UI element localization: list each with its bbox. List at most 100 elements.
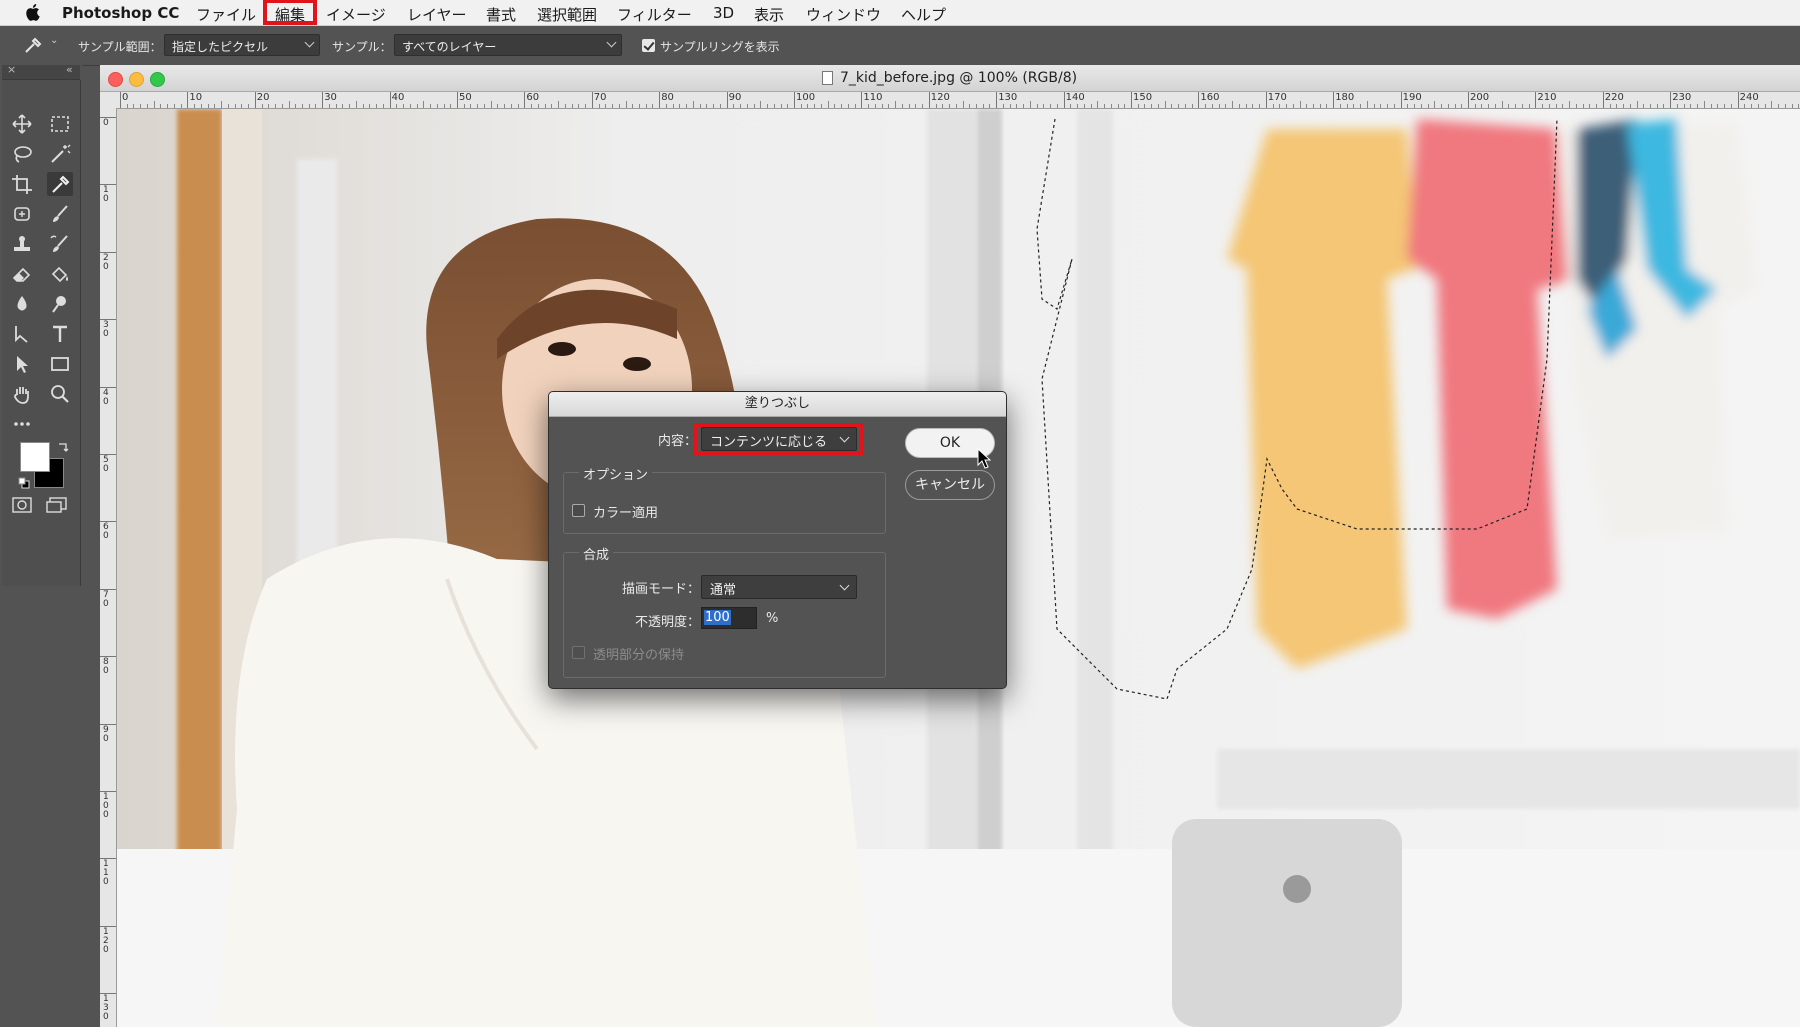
- history-brush-tool-icon[interactable]: [47, 232, 73, 256]
- menu-type[interactable]: 書式: [486, 4, 516, 25]
- clone-stamp-tool-icon[interactable]: [9, 232, 35, 256]
- swap-colors-icon[interactable]: [56, 440, 70, 454]
- ruler-minor-tick: [760, 101, 762, 108]
- ruler-minor-tick: [1353, 104, 1355, 108]
- ruler-minor-tick: [827, 101, 829, 108]
- eraser-tool-icon[interactable]: [9, 262, 35, 286]
- ruler-origin[interactable]: [100, 92, 116, 108]
- path-selection-tool-icon[interactable]: [9, 352, 35, 376]
- ruler-minor-tick: [396, 104, 398, 108]
- cancel-button[interactable]: キャンセル: [905, 470, 995, 500]
- close-icon[interactable]: ×: [7, 63, 16, 76]
- apple-icon[interactable]: [24, 3, 40, 21]
- tool-preset-chevron-icon[interactable]: ⌄: [50, 35, 58, 46]
- ruler-minor-tick: [1373, 104, 1375, 108]
- ruler-minor-tick: [126, 104, 128, 108]
- ruler-minor-tick: [740, 104, 742, 108]
- menu-edit[interactable]: 編集: [275, 4, 305, 25]
- ruler-tick: [591, 92, 593, 108]
- hand-tool-icon[interactable]: [9, 382, 35, 406]
- sample-size-select[interactable]: 指定したピクセル: [164, 34, 320, 56]
- menu-select[interactable]: 選択範囲: [537, 4, 597, 25]
- ruler-minor-tick: [416, 104, 418, 108]
- ruler-tick: [1602, 92, 1604, 108]
- ruler-minor-tick: [1515, 104, 1517, 108]
- ruler-tick-label: 50: [103, 455, 109, 474]
- ruler-minor-tick: [1312, 104, 1314, 108]
- menu-image[interactable]: イメージ: [326, 4, 386, 25]
- ruler-minor-tick: [1137, 104, 1139, 108]
- ruler-minor-tick: [605, 104, 607, 108]
- tools-panel-header[interactable]: × «: [2, 63, 80, 80]
- show-sampling-ring-checkbox[interactable]: [642, 39, 655, 52]
- ruler-minor-tick: [1326, 104, 1328, 108]
- document-tab[interactable]: 7_kid_before.jpg @ 100% (RGB/8): [100, 65, 1800, 92]
- move-tool-icon[interactable]: [9, 112, 35, 136]
- opacity-input[interactable]: 100: [701, 607, 757, 629]
- blend-mode-select[interactable]: 通常: [701, 575, 857, 599]
- spot-healing-tool-icon[interactable]: [9, 202, 35, 226]
- menu-file[interactable]: ファイル: [196, 4, 256, 25]
- eyedropper-tool-icon[interactable]: [47, 172, 73, 196]
- ruler-tick-label: 120: [103, 926, 109, 955]
- close-window-icon[interactable]: [108, 72, 123, 87]
- color-adaptation-checkbox[interactable]: [572, 504, 585, 517]
- rectangle-tool-icon[interactable]: [47, 352, 73, 376]
- ruler-minor-tick: [443, 104, 445, 108]
- preserve-transparency-checkbox[interactable]: [572, 646, 585, 659]
- default-colors-icon[interactable]: [18, 477, 30, 489]
- zoom-window-icon[interactable]: [150, 72, 165, 87]
- content-value: コンテンツに応じる: [710, 435, 828, 450]
- menu-filter[interactable]: フィルター: [617, 4, 692, 25]
- ruler-minor-tick: [1764, 104, 1766, 108]
- ruler-minor-tick: [881, 104, 883, 108]
- ruler-minor-tick: [1144, 104, 1146, 108]
- ruler-minor-tick: [1488, 104, 1490, 108]
- type-tool-icon[interactable]: [47, 322, 73, 346]
- magic-wand-tool-icon[interactable]: [47, 142, 73, 166]
- eyedropper-tool-preset-icon[interactable]: [22, 35, 44, 55]
- ruler-minor-tick: [349, 104, 351, 108]
- ruler-minor-tick: [1548, 104, 1550, 108]
- ruler-minor-tick: [1542, 104, 1544, 108]
- opacity-value: 100: [704, 610, 731, 625]
- crop-tool-icon[interactable]: [9, 172, 35, 196]
- pen-tool-icon[interactable]: [9, 322, 35, 346]
- ruler-tick: [1333, 92, 1335, 108]
- edit-toolbar-icon[interactable]: [9, 412, 35, 436]
- menu-help[interactable]: ヘルプ: [901, 4, 946, 25]
- horizontal-ruler[interactable]: 0 10 20 30 40 50 60 70 80 90 100 110 120 130 140 150 160…: [116, 92, 1800, 109]
- ruler-minor-tick: [1002, 104, 1004, 108]
- quick-mask-icon[interactable]: [11, 496, 33, 514]
- ruler-minor-tick: [248, 104, 250, 108]
- collapse-icon[interactable]: «: [66, 63, 73, 76]
- ruler-minor-tick: [1562, 104, 1564, 108]
- screen-mode-icon[interactable]: [45, 496, 69, 514]
- lasso-tool-icon[interactable]: [9, 142, 35, 166]
- menu-window[interactable]: ウィンドウ: [806, 4, 881, 25]
- mode-label: 描画モード：: [622, 582, 701, 597]
- ruler-minor-tick: [1043, 104, 1045, 108]
- app-name-menu[interactable]: Photoshop CC: [62, 4, 179, 22]
- content-select[interactable]: コンテンツに応じる: [701, 427, 857, 451]
- dodge-tool-icon[interactable]: [47, 292, 73, 316]
- ruler-minor-tick: [922, 104, 924, 108]
- brush-tool-icon[interactable]: [47, 202, 73, 226]
- sample-layers-select[interactable]: すべてのレイヤー: [394, 34, 622, 56]
- marquee-tool-icon[interactable]: [47, 112, 73, 136]
- ruler-minor-tick: [1211, 104, 1213, 108]
- vertical-ruler[interactable]: 0 10 20 30 40 50 60 70 80 90 100 110 120 130: [100, 108, 117, 1027]
- ruler-minor-tick: [1339, 104, 1341, 108]
- minimize-window-icon[interactable]: [129, 72, 144, 87]
- menu-view[interactable]: 表示: [754, 4, 784, 25]
- menu-layer[interactable]: レイヤー: [407, 4, 467, 25]
- ruler-minor-tick: [1454, 104, 1456, 108]
- blur-tool-icon[interactable]: [9, 292, 35, 316]
- opacity-unit: %: [766, 611, 779, 626]
- zoom-tool-icon[interactable]: [47, 382, 73, 406]
- foreground-color-swatch[interactable]: [20, 442, 50, 472]
- menu-3d[interactable]: 3D: [713, 4, 734, 22]
- ruler-minor-tick: [1252, 104, 1254, 108]
- ruler-tick-label: 170: [1267, 92, 1287, 103]
- paint-bucket-tool-icon[interactable]: [47, 262, 73, 286]
